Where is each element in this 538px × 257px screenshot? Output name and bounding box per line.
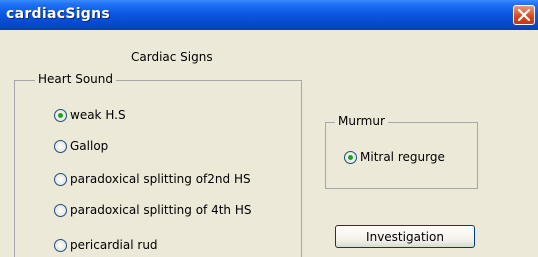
radio-gallop[interactable]: Gallop bbox=[54, 139, 108, 153]
radio-label: paradoxical splitting of 4th HS bbox=[70, 203, 252, 217]
heart-sound-legend: Heart Sound bbox=[35, 72, 116, 86]
radio-label: Gallop bbox=[70, 139, 109, 153]
close-button[interactable] bbox=[513, 5, 535, 25]
radio-button[interactable] bbox=[54, 203, 67, 217]
radio-label: weak H.S bbox=[70, 108, 126, 122]
radio-label: Mitral regurge bbox=[360, 150, 445, 164]
radio-button[interactable] bbox=[54, 238, 67, 252]
heart-sound-group: Heart Sound bbox=[14, 72, 302, 257]
title-bar[interactable]: cardiacSigns bbox=[0, 0, 538, 30]
window-title: cardiacSigns bbox=[6, 6, 111, 22]
dialog-window: cardiacSigns Cardiac Signs Heart Sound w… bbox=[0, 0, 538, 257]
radio-label: pericardial rud bbox=[70, 238, 158, 252]
radio-button[interactable] bbox=[54, 172, 67, 186]
form-heading: Cardiac Signs bbox=[131, 50, 213, 64]
radio-pericardial-rub[interactable]: pericardial rud bbox=[54, 238, 158, 252]
murmur-legend: Murmur bbox=[335, 114, 388, 128]
radio-button[interactable] bbox=[344, 150, 357, 164]
radio-mitral-regurge[interactable]: Mitral regurge bbox=[344, 150, 445, 164]
radio-weak-hs[interactable]: weak H.S bbox=[54, 108, 126, 122]
radio-button[interactable] bbox=[54, 108, 67, 122]
radio-button[interactable] bbox=[54, 139, 67, 153]
close-icon bbox=[518, 9, 530, 21]
investigation-button[interactable]: Investigation bbox=[335, 225, 475, 248]
radio-paradoxical-4th[interactable]: paradoxical splitting of 4th HS bbox=[54, 203, 251, 217]
radio-paradoxical-2nd[interactable]: paradoxical splitting of2nd HS bbox=[54, 172, 251, 186]
radio-label: paradoxical splitting of2nd HS bbox=[70, 172, 251, 186]
